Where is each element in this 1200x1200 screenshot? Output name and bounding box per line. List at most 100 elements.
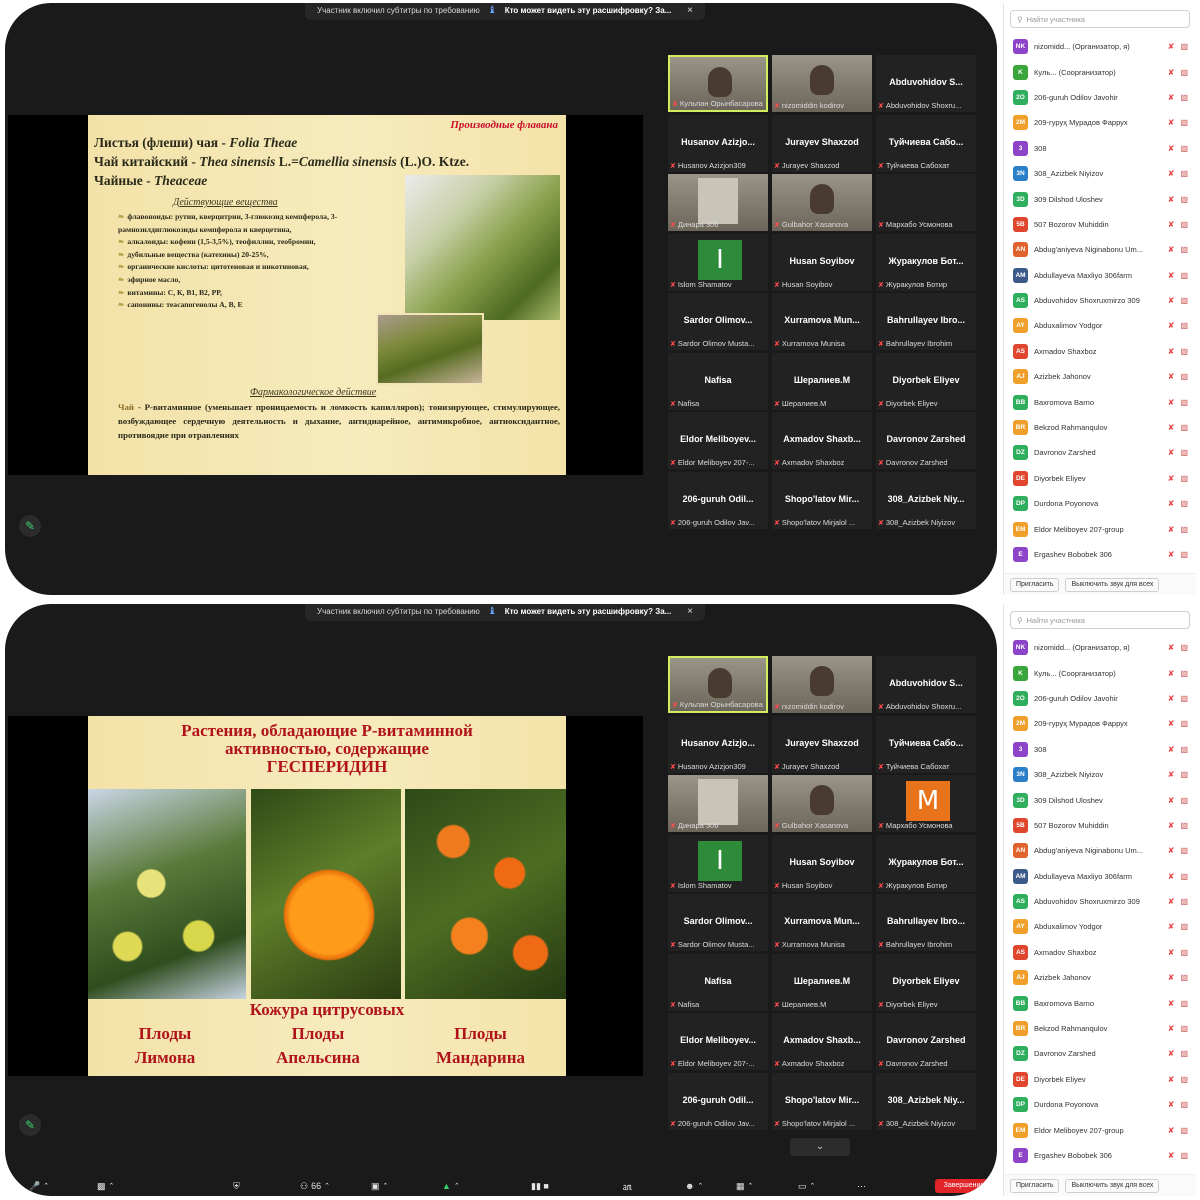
video-tile[interactable]: Xurramova Mun... ✘ Xurramova Munisa bbox=[772, 894, 872, 951]
participant-row[interactable]: DP Durdona Poyonova ✘ ▧ bbox=[1004, 491, 1196, 516]
video-tile[interactable]: ✘ Динара 306 bbox=[668, 174, 768, 231]
end-meeting-button[interactable]: Завершение bbox=[935, 1179, 993, 1193]
participants-button[interactable]: ⚇ 66 ⌃ bbox=[300, 1181, 330, 1192]
participant-row[interactable]: DZ Davronov Zarshed ✘ ▧ bbox=[1004, 440, 1196, 465]
video-tile[interactable]: Nafisa ✘ Nafisa bbox=[668, 953, 768, 1011]
whiteboard-icon[interactable]: ▭ ⌃ bbox=[798, 1181, 815, 1192]
video-tile[interactable]: ✘ Gulbahor Xasanova bbox=[772, 775, 872, 832]
video-tile[interactable]: Шералиев.М ✘ Шералиев.М bbox=[772, 352, 872, 410]
participant-row[interactable]: AS Abduvohidov Shoxruxmirzo 309 ✘ ▧ bbox=[1004, 889, 1196, 914]
video-tile[interactable]: Axmadov Shaxb... ✘ Axmadov Shaxboz bbox=[772, 412, 872, 469]
video-tile[interactable]: 308_Azizbek Niy... ✘ 308_Azizbek Niyizov bbox=[876, 471, 976, 529]
transcript-link[interactable]: Кто может видеть эту расшифровку? За... bbox=[505, 6, 672, 15]
video-tile[interactable]: Jurayev Shaxzod ✘ Jurayev Shaxzod bbox=[772, 114, 872, 172]
participant-row[interactable]: DZ Davronov Zarshed ✘ ▧ bbox=[1004, 1041, 1196, 1066]
video-tile[interactable]: I ✘ Islom Shamatov bbox=[668, 233, 768, 291]
participant-row[interactable]: NK nizomidd... (Организатор, я) ✘ ▧ bbox=[1004, 635, 1196, 660]
video-tile[interactable]: Davronov Zarshed ✘ Davronov Zarshed bbox=[876, 1013, 976, 1070]
video-tile[interactable]: ✘ Мархабо Усмонова bbox=[876, 174, 976, 231]
security-icon[interactable]: ⛨ bbox=[233, 1181, 240, 1192]
chevron-down-icon[interactable]: ⌄ bbox=[790, 1138, 850, 1156]
participant-row[interactable]: BB Baxromova Barno ✘ ▧ bbox=[1004, 389, 1196, 414]
video-tile[interactable]: Туйчиева Сабо... ✘ Туйчиева Сабохат bbox=[876, 114, 976, 172]
participant-row[interactable]: DE Diyorbek Eliyev ✘ ▧ bbox=[1004, 1067, 1196, 1092]
video-tile[interactable]: Журакулов Бот... ✘ Журакулов Ботир bbox=[876, 233, 976, 291]
video-tile[interactable]: Husan Soyibov ✘ Husan Soyibov bbox=[772, 834, 872, 892]
video-tile[interactable]: Nafisa ✘ Nafisa bbox=[668, 352, 768, 410]
participant-row[interactable]: 3N 308_Azizbek Niyizov ✘ ▧ bbox=[1004, 161, 1196, 186]
video-tile[interactable]: M ✘ Мархабо Усмонова bbox=[876, 775, 976, 832]
participant-row[interactable]: AJ Azizbek Jahonov ✘ ▧ bbox=[1004, 965, 1196, 990]
video-tile[interactable]: Bahrullayev Ibro... ✘ Bahrullayev Ibrohim bbox=[876, 293, 976, 350]
participant-row[interactable]: DE Diyorbek Eliyev ✘ ▧ bbox=[1004, 466, 1196, 491]
participant-row[interactable]: AN Abdug'aniyeva Niginabonu Um... ✘ ▧ bbox=[1004, 237, 1196, 262]
video-tile[interactable]: Туйчиева Сабо... ✘ Туйчиева Сабохат bbox=[876, 715, 976, 773]
participant-row[interactable]: AS Abduvohidov Shoxruxmirzo 309 ✘ ▧ bbox=[1004, 288, 1196, 313]
camera-icon[interactable]: ▩ ⌃ bbox=[97, 1181, 114, 1192]
participant-row[interactable]: AY Abduxalimov Yodgor ✘ ▧ bbox=[1004, 914, 1196, 939]
participant-row[interactable]: 3 308 ✘ ▧ bbox=[1004, 737, 1196, 762]
reactions-icon[interactable]: ☻ ⌃ bbox=[685, 1181, 703, 1191]
participant-row[interactable]: 5B 507 Bozorov Muhiddin ✘ ▧ bbox=[1004, 813, 1196, 838]
record-icon[interactable]: ▮▮ ■ bbox=[531, 1181, 549, 1192]
video-tile[interactable]: Шералиев.М ✘ Шералиев.М bbox=[772, 953, 872, 1011]
annotate-pencil-icon[interactable]: ✎ bbox=[19, 515, 41, 537]
video-tile[interactable]: Axmadov Shaxb... ✘ Axmadov Shaxboz bbox=[772, 1013, 872, 1070]
mute-all-button[interactable]: Выключить звук для всех bbox=[1065, 577, 1160, 592]
video-tile[interactable]: Eldor Meliboyev... ✘ Eldor Meliboyev 207-.… bbox=[668, 412, 768, 469]
participant-row[interactable]: K Куль... (Соорганизатор) ✘ ▧ bbox=[1004, 660, 1196, 685]
video-tile[interactable]: Abduvohidov S... ✘ Abduvohidov Shoxru... bbox=[876, 55, 976, 112]
participant-row[interactable]: 2M 209-гуруҳ Мурадов Фаррух ✘ ▧ bbox=[1004, 110, 1196, 135]
participant-row[interactable]: NK nizomidd... (Организатор, я) ✘ ▧ bbox=[1004, 34, 1196, 59]
participant-row[interactable]: AY Abduxalimov Yodgor ✘ ▧ bbox=[1004, 313, 1196, 338]
participant-row[interactable]: AM Abdullayeva Maxliyo 306farm ✘ ▧ bbox=[1004, 263, 1196, 288]
video-tile[interactable]: Davronov Zarshed ✘ Davronov Zarshed bbox=[876, 412, 976, 469]
video-tile[interactable]: 206-guruh Odil... ✘ 206-guruh Odilov Jav..… bbox=[668, 471, 768, 529]
video-tile[interactable]: Sardor Olimov... ✘ Sardor Olimov Musta... bbox=[668, 293, 768, 350]
participant-row[interactable]: 2O 206-guruh Odilov Javohir ✘ ▧ bbox=[1004, 686, 1196, 711]
video-tile[interactable]: Bahrullayev Ibro... ✘ Bahrullayev Ibrohim bbox=[876, 894, 976, 951]
video-tile[interactable]: Shopo'latov Mir... ✘ Shopo'latov Mirjalol … bbox=[772, 1072, 872, 1130]
participant-row[interactable]: EM Eldor Meliboyev 207-group ✘ ▧ bbox=[1004, 516, 1196, 541]
video-tile[interactable]: ✘ nizomiddin kodirov bbox=[772, 55, 872, 112]
participant-search-input[interactable]: ⚲ Найти участника bbox=[1010, 10, 1190, 28]
video-tile[interactable]: ✘ Кульпан Орынбасарова bbox=[668, 656, 768, 713]
participant-row[interactable]: 3N 308_Azizbek Niyizov ✘ ▧ bbox=[1004, 762, 1196, 787]
participant-row[interactable]: K Куль... (Соорганизатор) ✘ ▧ bbox=[1004, 59, 1196, 84]
participant-row[interactable]: AS Axmadov Shaxboz ✘ ▧ bbox=[1004, 940, 1196, 965]
participant-row[interactable]: AN Abdug'aniyeva Niginabonu Um... ✘ ▧ bbox=[1004, 838, 1196, 863]
video-tile[interactable]: ✘ Кульпан Орынбасарова bbox=[668, 55, 768, 112]
participant-row[interactable]: E Ergashev Bobobek 306 ✘ ▧ bbox=[1004, 1143, 1196, 1168]
participant-row[interactable]: EM Eldor Meliboyev 207-group ✘ ▧ bbox=[1004, 1117, 1196, 1142]
video-tile[interactable]: 206-guruh Odil... ✘ 206-guruh Odilov Jav..… bbox=[668, 1072, 768, 1130]
video-tile[interactable]: Diyorbek Eliyev ✘ Diyorbek Eliyev bbox=[876, 352, 976, 410]
participant-row[interactable]: AS Axmadov Shaxboz ✘ ▧ bbox=[1004, 339, 1196, 364]
participant-search-input[interactable]: ⚲ Найти участника bbox=[1010, 611, 1190, 629]
video-tile[interactable]: 308_Azizbek Niy... ✘ 308_Azizbek Niyizov bbox=[876, 1072, 976, 1130]
transcript-link[interactable]: Кто может видеть эту расшифровку? За... bbox=[505, 607, 672, 616]
video-tile[interactable]: Xurramova Mun... ✘ Xurramova Munisa bbox=[772, 293, 872, 350]
share-screen-icon[interactable]: ▲ ⌃ bbox=[442, 1181, 460, 1191]
participant-row[interactable]: 3D 309 Dilshod Uloshev ✘ ▧ bbox=[1004, 186, 1196, 211]
invite-button[interactable]: Пригласить bbox=[1010, 577, 1060, 592]
participant-row[interactable]: DP Durdona Poyonova ✘ ▧ bbox=[1004, 1092, 1196, 1117]
video-tile[interactable]: Diyorbek Eliyev ✘ Diyorbek Eliyev bbox=[876, 953, 976, 1011]
participant-row[interactable]: BB Baxromova Barno ✘ ▧ bbox=[1004, 990, 1196, 1015]
video-tile[interactable]: ✘ Динара 306 bbox=[668, 775, 768, 832]
video-tile[interactable]: Jurayev Shaxzod ✘ Jurayev Shaxzod bbox=[772, 715, 872, 773]
video-tile[interactable]: ✘ nizomiddin kodirov bbox=[772, 656, 872, 713]
close-banner-button[interactable]: × bbox=[687, 5, 693, 16]
participant-row[interactable]: 2M 209-гуруҳ Мурадов Фаррух ✘ ▧ bbox=[1004, 711, 1196, 736]
participant-row[interactable]: BR Bekzod Rahmanqulov ✘ ▧ bbox=[1004, 415, 1196, 440]
participant-row[interactable]: AM Abdullayeva Maxliyo 306farm ✘ ▧ bbox=[1004, 864, 1196, 889]
video-tile[interactable]: Abduvohidov S... ✘ Abduvohidov Shoxru... bbox=[876, 656, 976, 713]
participant-row[interactable]: BR Bekzod Rahmanqulov ✘ ▧ bbox=[1004, 1016, 1196, 1041]
video-tile[interactable]: Eldor Meliboyev... ✘ Eldor Meliboyev 207-.… bbox=[668, 1013, 768, 1070]
participant-row[interactable]: 5B 507 Bozorov Muhiddin ✘ ▧ bbox=[1004, 212, 1196, 237]
close-banner-button[interactable]: × bbox=[687, 606, 693, 617]
participant-row[interactable]: 2O 206-guruh Odilov Javohir ✘ ▧ bbox=[1004, 85, 1196, 110]
chat-icon[interactable]: ▣ ⌃ bbox=[371, 1181, 388, 1192]
video-tile[interactable]: I ✘ Islom Shamatov bbox=[668, 834, 768, 892]
video-tile[interactable]: Husanov Azizjo... ✘ Husanov Azizjon309 bbox=[668, 715, 768, 773]
more-icon[interactable]: ⋯ bbox=[857, 1181, 866, 1192]
